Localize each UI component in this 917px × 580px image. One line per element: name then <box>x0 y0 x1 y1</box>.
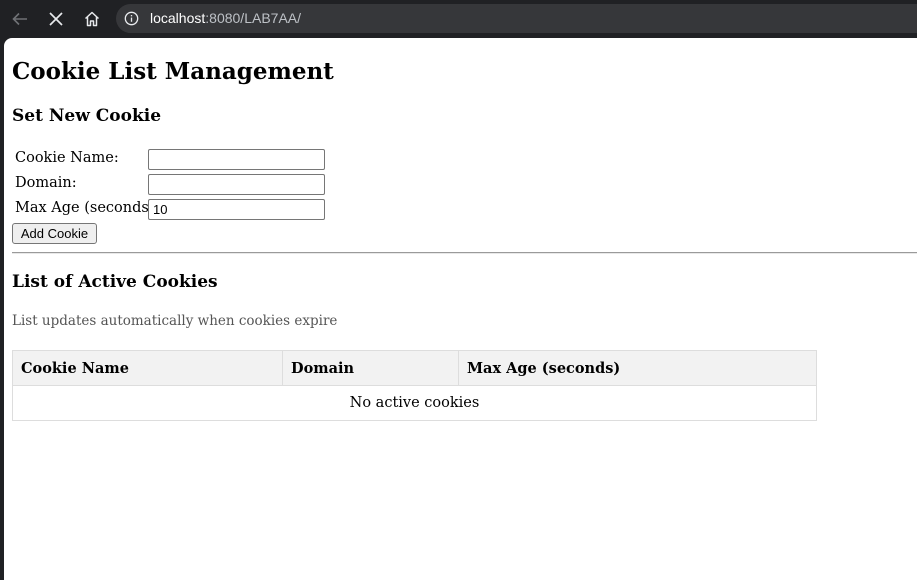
close-icon <box>49 12 63 26</box>
cookies-table: Cookie Name Domain Max Age (seconds) No … <box>12 350 817 421</box>
column-header-cookie-name: Cookie Name <box>12 350 283 386</box>
auto-update-note: List updates automatically when cookies … <box>12 313 338 329</box>
back-button[interactable] <box>7 6 33 32</box>
url-text[interactable]: localhost:8080/LAB7AA/ <box>150 10 301 26</box>
url-path: :8080/LAB7AA/ <box>205 10 302 26</box>
max-age-label: Max Age (seconds): <box>15 200 160 216</box>
max-age-input[interactable] <box>148 199 325 220</box>
address-bar[interactable]: localhost:8080/LAB7AA/ <box>116 4 917 33</box>
domain-label: Domain: <box>15 175 77 191</box>
stop-button[interactable] <box>43 6 69 32</box>
column-header-max-age: Max Age (seconds) <box>458 350 817 386</box>
table-row: No active cookies <box>12 385 817 421</box>
arrow-left-icon <box>12 12 27 26</box>
page-title: Cookie List Management <box>12 58 334 85</box>
set-cookie-heading: Set New Cookie <box>12 106 162 126</box>
empty-table-message: No active cookies <box>12 385 817 421</box>
browser-toolbar: localhost:8080/LAB7AA/ <box>0 0 917 37</box>
active-cookies-heading: List of Active Cookies <box>12 272 218 292</box>
cookie-name-label: Cookie Name: <box>15 150 119 166</box>
section-divider <box>12 252 917 254</box>
home-button[interactable] <box>79 6 105 32</box>
url-host: localhost <box>150 10 206 26</box>
cookie-name-input[interactable] <box>148 149 325 170</box>
table-header-row: Cookie Name Domain Max Age (seconds) <box>12 350 817 386</box>
domain-input[interactable] <box>148 174 325 195</box>
home-icon <box>84 11 100 27</box>
column-header-domain: Domain <box>282 350 459 386</box>
add-cookie-button[interactable]: Add Cookie <box>12 223 97 244</box>
info-icon[interactable] <box>124 11 139 26</box>
page-viewport: Cookie List Management Set New Cookie Co… <box>4 38 917 580</box>
